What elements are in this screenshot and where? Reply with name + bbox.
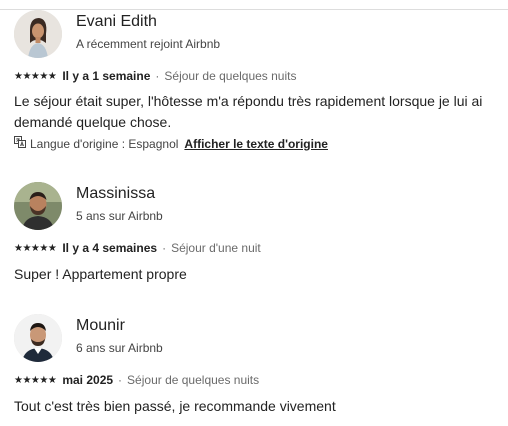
review-text: Super ! Appartement propre	[14, 266, 187, 282]
translate-icon	[14, 136, 26, 151]
review-meta: ★★★★★ Il y a 1 semaine · Séjour de quelq…	[14, 69, 296, 83]
review-date: mai 2025	[62, 373, 114, 387]
separator: ·	[118, 373, 123, 387]
top-divider	[0, 9, 508, 10]
avatar-photo	[14, 10, 62, 58]
reviewer-tenure: A récemment rejoint Airbnb	[76, 37, 221, 51]
reviewer-name: Massinissa	[76, 185, 156, 202]
reviewer-tenure: 5 ans sur Airbnb	[76, 209, 163, 223]
translation-note: Langue d'origine : Espagnol Afficher le …	[14, 136, 328, 151]
show-original-link[interactable]: Afficher le texte d'origine	[184, 137, 328, 151]
review-meta: ★★★★★ mai 2025 · Séjour de quelques nuit…	[14, 373, 259, 387]
star-icon: ★★★★★	[14, 70, 57, 82]
review-text: Le séjour était super, l'hôtesse m'a rép…	[14, 93, 483, 130]
stay-type: Séjour de quelques nuits	[164, 69, 297, 83]
stay-type: Séjour d'une nuit	[171, 241, 261, 255]
original-language: Langue d'origine : Espagnol	[30, 136, 179, 151]
reviewer-name: Evani Edith	[76, 13, 157, 30]
avatar[interactable]	[14, 10, 62, 58]
avatar[interactable]	[14, 182, 62, 230]
avatar-photo	[14, 182, 62, 230]
review-text: Tout c'est très bien passé, je recommand…	[14, 398, 336, 414]
star-icon: ★★★★★	[14, 374, 57, 386]
avatar-photo	[14, 314, 62, 362]
stay-type: Séjour de quelques nuits	[127, 373, 260, 387]
separator: ·	[155, 69, 160, 83]
reviewer-tenure: 6 ans sur Airbnb	[76, 341, 163, 355]
star-icon: ★★★★★	[14, 242, 57, 254]
review-date: Il y a 4 semaines	[62, 241, 158, 255]
review-meta: ★★★★★ Il y a 4 semaines · Séjour d'une n…	[14, 241, 261, 255]
separator: ·	[162, 241, 167, 255]
avatar[interactable]	[14, 314, 62, 362]
reviewer-name: Mounir	[76, 317, 125, 334]
review-date: Il y a 1 semaine	[62, 69, 151, 83]
